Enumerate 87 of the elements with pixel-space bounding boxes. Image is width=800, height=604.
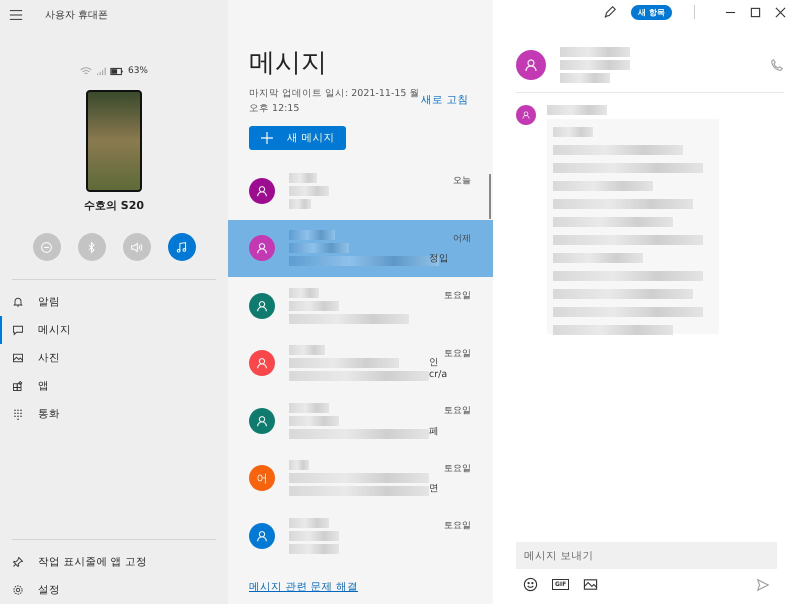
send-icon[interactable] [756,578,770,592]
person-icon [255,414,269,428]
redacted-text [289,198,311,209]
photo-icon [12,352,24,364]
conversation-item[interactable]: 어 토요일 면 [228,450,493,507]
new-message-button[interactable]: 새 메시지 [249,126,346,150]
signal-icon [96,66,106,76]
person-icon [255,298,269,313]
redacted-text [289,345,325,356]
redacted-text [289,530,339,541]
music-note-icon [175,240,188,254]
redacted-text [289,172,317,183]
message-time: 토요일 [444,290,471,302]
phone-name: 수호의 S20 [82,198,146,213]
page-title: 메시지 [249,47,328,80]
person-icon [521,110,531,120]
nav-item[interactable]: 통화 [0,400,228,428]
nav-item[interactable]: 알림 [0,288,228,316]
menu-icon[interactable] [9,8,23,22]
pin-icon [12,556,24,568]
preview-fragment: cr/a [429,369,448,380]
chat-icon [12,324,24,336]
message-time: 오늘 [453,175,471,187]
message-time: 토요일 [444,405,471,417]
preview-fragment: 면 [429,482,439,495]
redacted-text [560,47,630,57]
message-time: 토요일 [444,520,471,532]
person-icon [255,184,269,198]
conversation-item[interactable]: 어제 정입 [228,220,493,277]
pin-item[interactable]: 작업 표시줄에 앱 고정 [0,548,228,576]
troubleshoot-link[interactable]: 메시지 관련 문제 해결 [249,580,493,594]
bell-icon [12,296,24,308]
redacted-text [289,288,319,298]
preview-fragment: 페 [429,424,439,438]
plus-icon [261,132,273,144]
preview-fragment: 인 [429,356,439,369]
redacted-text [289,544,339,554]
battery-percentage: 63% [128,66,148,76]
app-title: 사용자 휴대폰 [45,9,108,22]
nav-item[interactable]: 앱 [0,372,228,400]
person-icon [255,241,269,256]
conversation-item[interactable]: 토요일 페 [228,392,493,450]
emoji-icon[interactable] [523,577,538,592]
refresh-link[interactable]: 새로 고침 [421,93,468,107]
preview-fragment: 정입 [429,252,449,265]
scrollbar-thumb[interactable] [489,174,491,219]
person-icon [255,356,269,370]
conversation-item[interactable]: 토요일 [228,277,493,334]
message-time: 토요일 [444,348,471,360]
wifi-icon [80,66,92,76]
redacted-text [560,60,630,70]
close-icon[interactable] [775,6,786,18]
message-input-field[interactable]: 메시지 보내기 [516,542,777,569]
person-icon [255,528,269,543]
dialpad-icon [12,408,24,420]
redacted-text [289,402,329,413]
music-note-button[interactable] [168,233,196,261]
settings-item[interactable]: 설정 [0,576,228,604]
new-items-badge[interactable]: 새 항목 [631,4,672,20]
message-time: 어제 [453,232,471,244]
redacted-text [289,230,335,240]
last-updated-text: 마지막 업데이트 일시: 2021-11-15 월 오후 12:15 [249,87,420,116]
settings-icon [12,584,24,596]
redacted-text [289,460,309,470]
image-icon[interactable] [583,577,598,592]
conversation-item[interactable]: 토요일 인 cr/a [228,334,493,392]
conversation-item[interactable]: 토요일 [228,507,493,564]
apps-icon [12,380,24,392]
redacted-text [547,105,607,115]
speaker-icon [130,240,143,254]
dnd-icon [40,240,53,254]
conversation-item[interactable]: 오늘 [228,162,493,220]
contact-avatar: 어 [249,465,275,492]
redacted-text [289,300,339,311]
redacted-text [553,127,593,137]
battery-icon [110,66,124,76]
redacted-text [289,186,329,196]
phone-call-icon[interactable] [770,58,784,72]
pen-icon[interactable] [603,5,618,19]
person-icon [523,57,539,73]
message-time: 토요일 [444,462,471,474]
redacted-text [289,518,329,528]
redacted-text [289,416,339,426]
maximize-icon[interactable] [750,6,761,18]
redacted-text [560,73,610,83]
redacted-text [289,243,349,254]
nav-item[interactable]: 사진 [0,344,228,372]
